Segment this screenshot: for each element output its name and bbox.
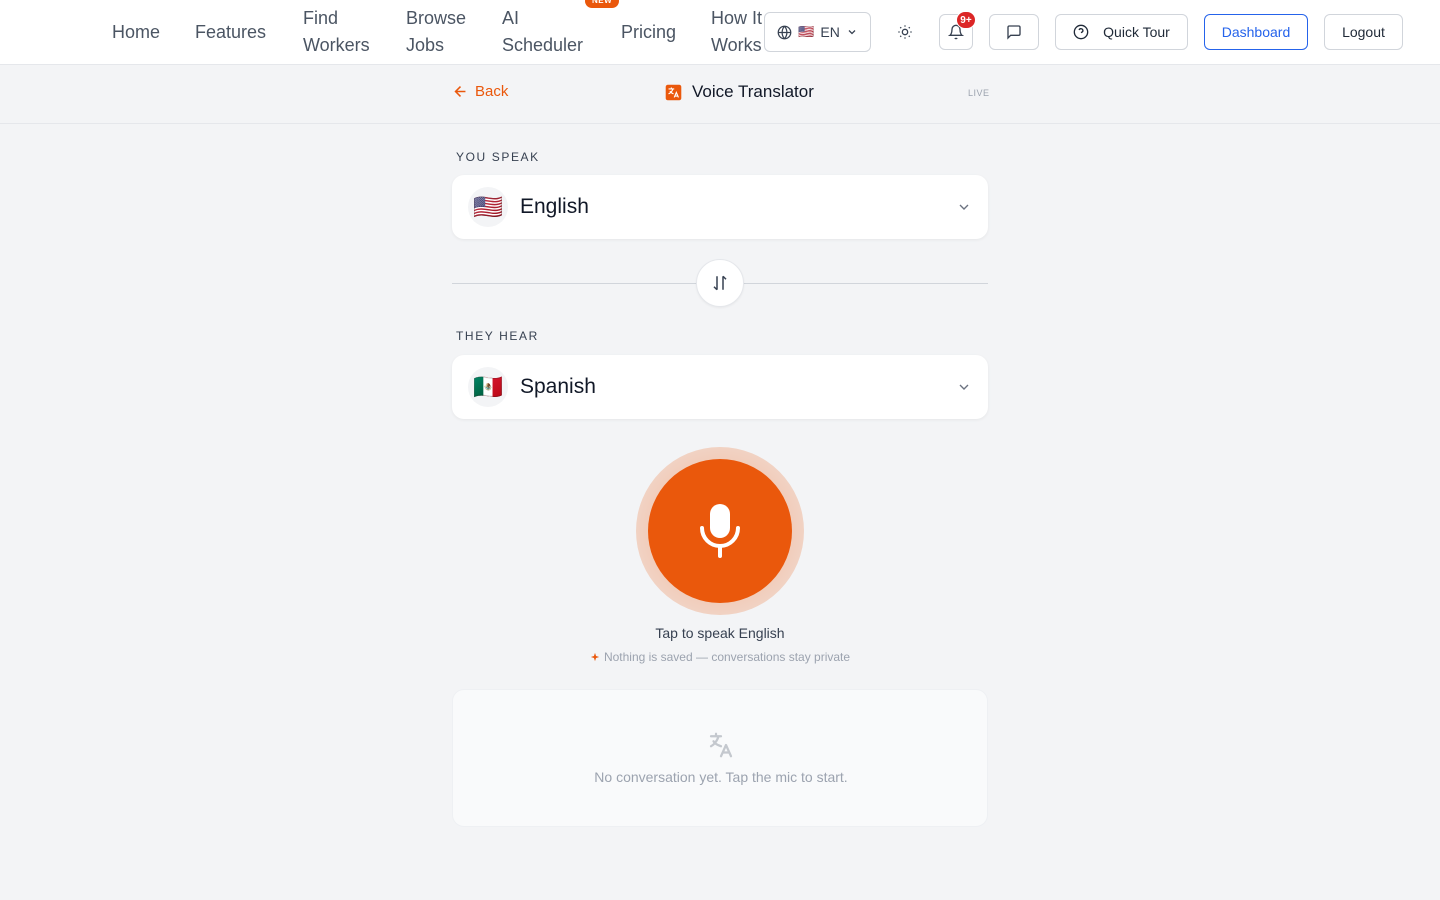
translate-icon <box>665 84 682 100</box>
nav-link-label: Features <box>195 22 267 42</box>
nav-link-how-it-works[interactable]: How It Works <box>711 5 762 59</box>
microphone-button[interactable] <box>648 459 792 603</box>
nav-link-label: Pricing <box>621 22 677 42</box>
dashboard-button[interactable]: Dashboard <box>1204 14 1308 50</box>
target-language-name: Spanish <box>520 375 596 398</box>
translate-icon <box>709 732 733 758</box>
page-title: Voice Translator <box>665 82 814 102</box>
globe-icon <box>777 25 792 39</box>
nav-link-ai-scheduler[interactable]: AI Scheduler <box>502 5 583 59</box>
conversation-panel: No conversation yet. Tap the mic to star… <box>452 689 988 827</box>
notifications-button[interactable]: 9+ <box>939 11 976 50</box>
dashboard-label: Dashboard <box>1221 24 1291 40</box>
chat-icon <box>1007 25 1021 40</box>
source-language-name: English <box>520 195 589 218</box>
source-language-select[interactable]: 🇺🇸 English <box>452 175 988 239</box>
sun-icon <box>898 25 912 39</box>
new-badge: NEW <box>585 0 620 8</box>
page-title-text: Voice Translator <box>692 82 814 101</box>
chevron-down-icon <box>848 30 856 35</box>
theme-toggle[interactable] <box>882 14 928 50</box>
quick-tour-button[interactable]: Quick Tour <box>1055 14 1188 50</box>
nav-link-label: Jobs <box>406 35 445 55</box>
chevron-down-icon <box>959 204 969 210</box>
swap-vertical-icon <box>713 275 727 291</box>
source-language-label: YOU SPEAK <box>456 150 540 164</box>
nav-link-label: Works <box>711 35 762 55</box>
us-flag-icon: 🇺🇸 <box>468 187 508 227</box>
nav-link-label: Home <box>112 22 161 42</box>
nav-link-find-workers[interactable]: Find Workers <box>303 5 370 59</box>
language-flag: 🇺🇸 <box>798 24 815 39</box>
swap-languages-button[interactable] <box>696 259 744 307</box>
privacy-note: Nothing is saved — conversations stay pr… <box>520 650 920 664</box>
target-flag: 🇲🇽 <box>473 373 503 401</box>
arrow-left-icon <box>454 85 466 98</box>
empty-conversation-text: No conversation yet. Tap the mic to star… <box>594 769 848 785</box>
mexico-flag-icon: 🇲🇽 <box>468 367 508 407</box>
sparkle-icon <box>590 652 600 662</box>
chevron-down-icon <box>959 384 969 390</box>
logout-button[interactable]: Logout <box>1324 14 1403 50</box>
language-code: EN <box>820 24 840 40</box>
mic-prompt: Tap to speak English <box>655 625 785 641</box>
top-navigation: Home Features Find Workers Browse Jobs A… <box>0 0 1440 65</box>
nav-link-pricing[interactable]: Pricing <box>621 19 676 46</box>
nav-link-label: Browse <box>406 8 467 28</box>
back-label: Back <box>475 83 509 100</box>
nav-link-label: How It <box>711 8 763 28</box>
privacy-note-text: Nothing is saved — conversations stay pr… <box>603 650 851 664</box>
nav-link-label: Scheduler <box>502 35 584 55</box>
nav-link-home[interactable]: Home <box>112 19 160 46</box>
nav-link-label: Workers <box>303 35 370 55</box>
microphone-icon <box>700 504 740 558</box>
nav-link-label: Find <box>303 8 339 28</box>
nav-link-features[interactable]: Features <box>195 19 266 46</box>
target-language-select[interactable]: 🇲🇽 Spanish <box>452 355 988 419</box>
messages-button[interactable] <box>989 14 1039 50</box>
nav-link-label: AI <box>502 8 520 28</box>
back-button[interactable]: Back <box>452 83 508 100</box>
live-tag: LIVE <box>968 88 990 98</box>
logout-label: Logout <box>1342 24 1385 40</box>
help-circle-icon <box>1073 24 1089 40</box>
language-selector[interactable]: 🇺🇸 EN <box>764 12 871 52</box>
quick-tour-label: Quick Tour <box>1103 24 1170 40</box>
notification-count-badge: 9+ <box>956 11 976 29</box>
target-language-label: THEY HEAR <box>456 329 539 343</box>
translator-header: Back Voice Translator LIVE <box>0 65 1440 124</box>
source-flag: 🇺🇸 <box>473 193 503 221</box>
nav-link-browse-jobs[interactable]: Browse Jobs <box>406 5 466 59</box>
